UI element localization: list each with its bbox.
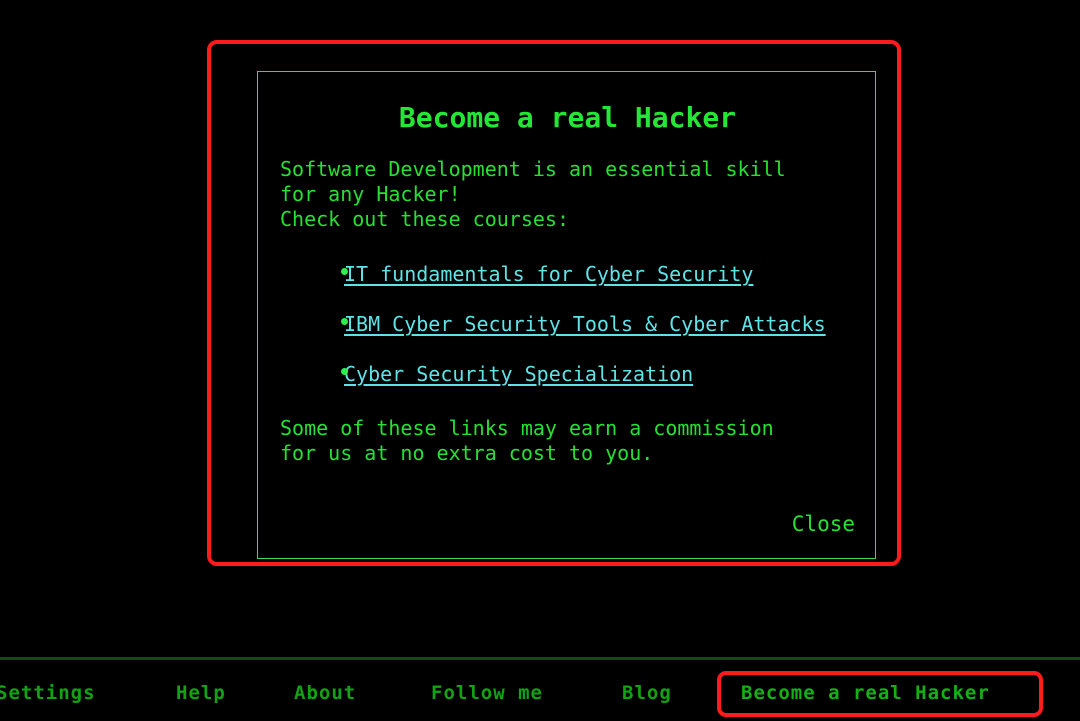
list-item: IT fundamentals for Cyber Security: [280, 253, 855, 297]
bullet-icon: [341, 318, 348, 325]
course-link-ibm-cyber-security-tools[interactable]: IBM Cyber Security Tools & Cyber Attacks: [344, 312, 826, 336]
modal-intro-text: Software Development is an essential ski…: [280, 157, 855, 232]
bullet-icon: [341, 268, 348, 275]
nav-item-settings[interactable]: Settings: [0, 682, 96, 704]
list-item: Cyber Security Specialization: [280, 353, 855, 397]
nav-item-help[interactable]: Help: [176, 682, 226, 704]
intro-line-3: Check out these courses:: [280, 207, 569, 231]
course-link-cyber-security-specialization[interactable]: Cyber Security Specialization: [344, 362, 693, 386]
list-item: IBM Cyber Security Tools & Cyber Attacks: [280, 303, 855, 347]
affiliate-disclaimer: Some of these links may earn a commissio…: [280, 416, 855, 466]
course-links-list: IT fundamentals for Cyber Security IBM C…: [280, 253, 855, 397]
disclaimer-line-2: for us at no extra cost to you.: [280, 441, 654, 465]
nav-item-follow-me[interactable]: Follow me: [431, 682, 543, 704]
close-button[interactable]: Close: [792, 512, 855, 536]
become-a-real-hacker-modal: Become a real Hacker Software Developmen…: [257, 71, 876, 559]
nav-item-blog[interactable]: Blog: [622, 682, 672, 704]
intro-line-2: for any Hacker!: [280, 182, 461, 206]
nav-item-become-a-real-hacker[interactable]: Become a real Hacker: [741, 682, 990, 704]
bottom-navigation-bar: Settings Help About Follow me Blog Becom…: [0, 657, 1080, 721]
course-link-it-fundamentals[interactable]: IT fundamentals for Cyber Security: [344, 262, 753, 286]
modal-content: Become a real Hacker Software Developmen…: [280, 72, 855, 558]
disclaimer-line-1: Some of these links may earn a commissio…: [280, 416, 774, 440]
bullet-icon: [341, 368, 348, 375]
modal-title: Become a real Hacker: [398, 101, 737, 134]
nav-item-about[interactable]: About: [294, 682, 356, 704]
intro-line-1: Software Development is an essential ski…: [280, 157, 786, 181]
